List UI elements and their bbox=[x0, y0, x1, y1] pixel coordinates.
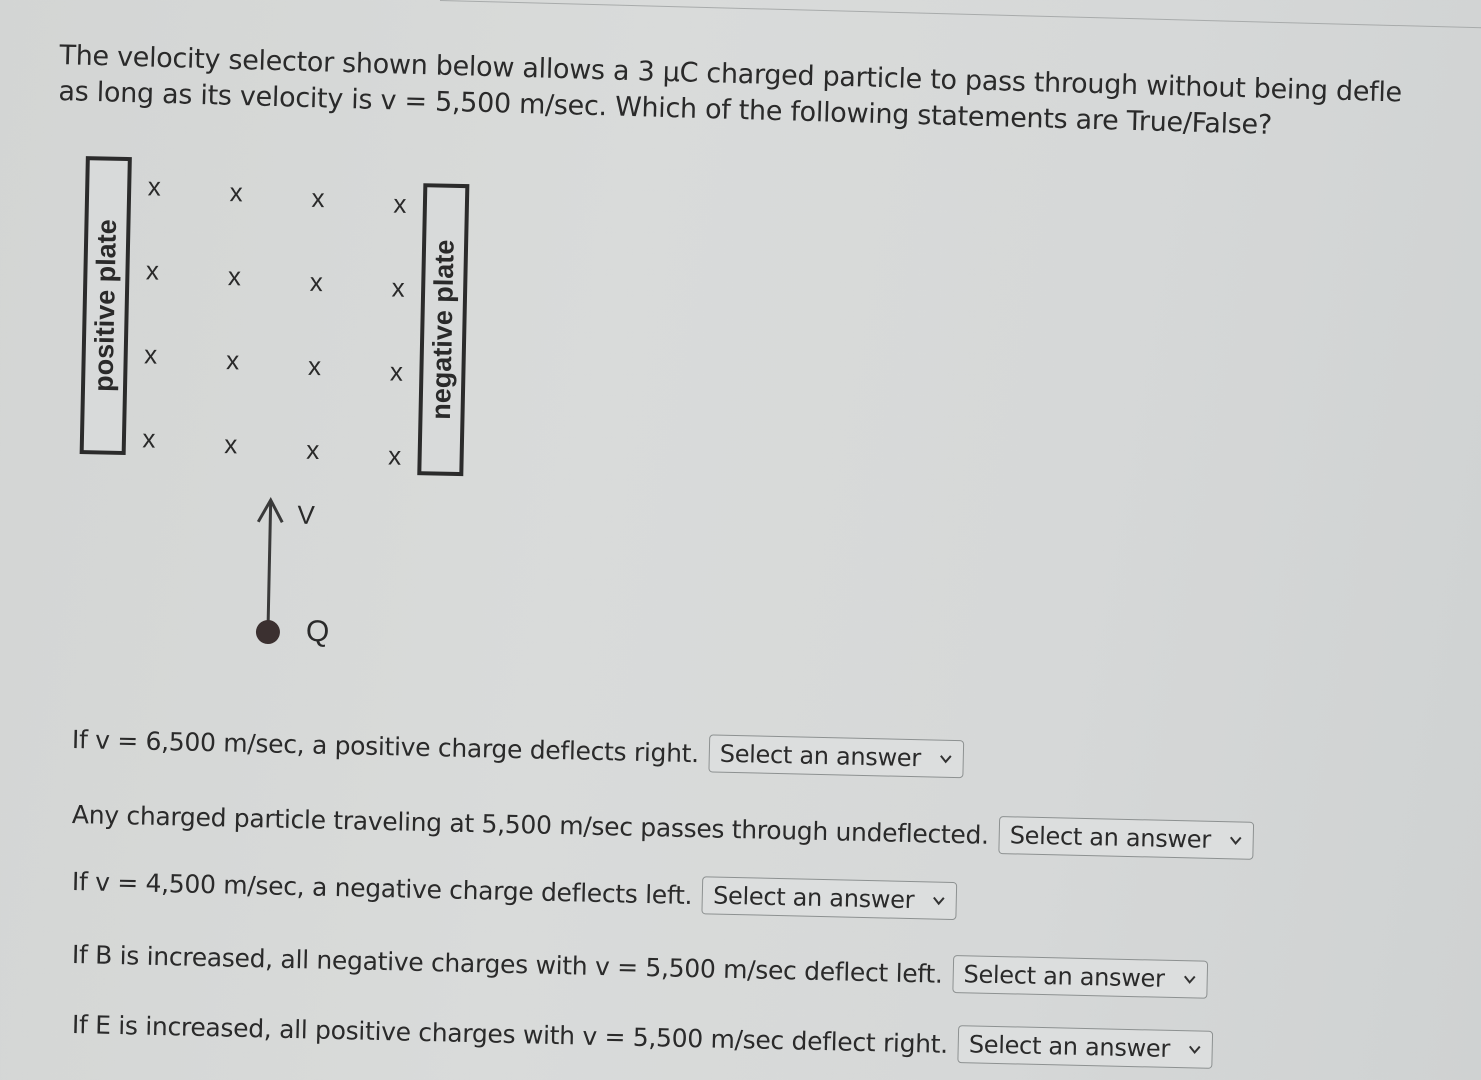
answer-select-3[interactable]: Select an answer bbox=[701, 876, 958, 921]
question-prompt: The velocity selector shown below allows… bbox=[58, 38, 1481, 151]
chevron-down-icon bbox=[1189, 1045, 1201, 1055]
statement-row: If v = 4,500 m/sec, a negative charge de… bbox=[71, 862, 958, 921]
field-into-page-symbol: x bbox=[147, 171, 162, 202]
select-value: Select an answer bbox=[719, 739, 922, 773]
statement-row: If v = 6,500 m/sec, a positive charge de… bbox=[71, 720, 965, 779]
field-into-page-symbol: x bbox=[393, 188, 407, 219]
positive-plate: positive plate bbox=[79, 156, 132, 456]
chevron-down-icon bbox=[940, 755, 952, 764]
statement-text: If v = 4,500 m/sec, a negative charge de… bbox=[71, 866, 693, 910]
select-value: Select an answer bbox=[1009, 821, 1212, 854]
statement-text: If v = 6,500 m/sec, a positive charge de… bbox=[71, 724, 700, 768]
chevron-down-icon bbox=[933, 896, 946, 906]
field-into-page-symbol: x bbox=[225, 345, 240, 376]
chevron-down-icon bbox=[1183, 975, 1196, 984]
answer-select-1[interactable]: Select an answer bbox=[708, 734, 965, 779]
statement-row: Any charged particle traveling at 5,500 … bbox=[72, 795, 1255, 860]
field-into-page-symbol: x bbox=[224, 429, 238, 460]
answer-select-4[interactable]: Select an answer bbox=[952, 954, 1209, 999]
field-into-page-symbol: x bbox=[391, 272, 405, 303]
statement-row: If B is increased, all negative charges … bbox=[71, 935, 1209, 999]
field-into-page-symbol: x bbox=[305, 434, 320, 466]
statement-row: If E is increased, all positive charges … bbox=[72, 1005, 1214, 1069]
field-into-page-symbol: x bbox=[309, 266, 324, 298]
charge-label: Q bbox=[305, 614, 330, 649]
velocity-label: V bbox=[297, 499, 316, 530]
statement-text: Any charged particle traveling at 5,500 … bbox=[71, 799, 990, 850]
velocity-arrow-shaft bbox=[266, 502, 273, 630]
charged-particle-dot bbox=[255, 620, 280, 645]
field-into-page-symbol: x bbox=[307, 350, 322, 382]
answer-select-5[interactable]: Select an answer bbox=[957, 1025, 1214, 1069]
field-into-page-symbol: x bbox=[387, 440, 402, 471]
statement-text: If E is increased, all positive charges … bbox=[71, 1009, 949, 1059]
velocity-selector-diagram: positive plate negative plate xxxxxxxxxx… bbox=[70, 150, 500, 659]
select-value: Select an answer bbox=[968, 1030, 1171, 1063]
negative-plate: negative plate bbox=[417, 183, 470, 477]
field-into-page-symbol: x bbox=[229, 177, 243, 208]
magnetic-field-grid: x x x x x x x x x x x x x x x x bbox=[133, 171, 419, 470]
field-into-page-symbol: x bbox=[143, 339, 158, 370]
field-into-page-symbol: x bbox=[389, 356, 404, 387]
answer-select-2[interactable]: Select an answer bbox=[998, 816, 1255, 860]
chevron-down-icon bbox=[1230, 836, 1242, 845]
field-into-page-symbol: x bbox=[311, 182, 325, 214]
select-value: Select an answer bbox=[712, 881, 915, 915]
field-into-page-symbol: x bbox=[145, 255, 160, 286]
field-into-page-symbol: x bbox=[227, 261, 242, 292]
negative-plate-label: negative plate bbox=[425, 239, 460, 420]
statement-text: If B is increased, all negative charges … bbox=[71, 939, 943, 989]
field-into-page-symbol: x bbox=[142, 423, 156, 454]
select-value: Select an answer bbox=[963, 960, 1165, 993]
top-divider bbox=[439, 0, 1481, 30]
positive-plate-label: positive plate bbox=[88, 218, 123, 393]
